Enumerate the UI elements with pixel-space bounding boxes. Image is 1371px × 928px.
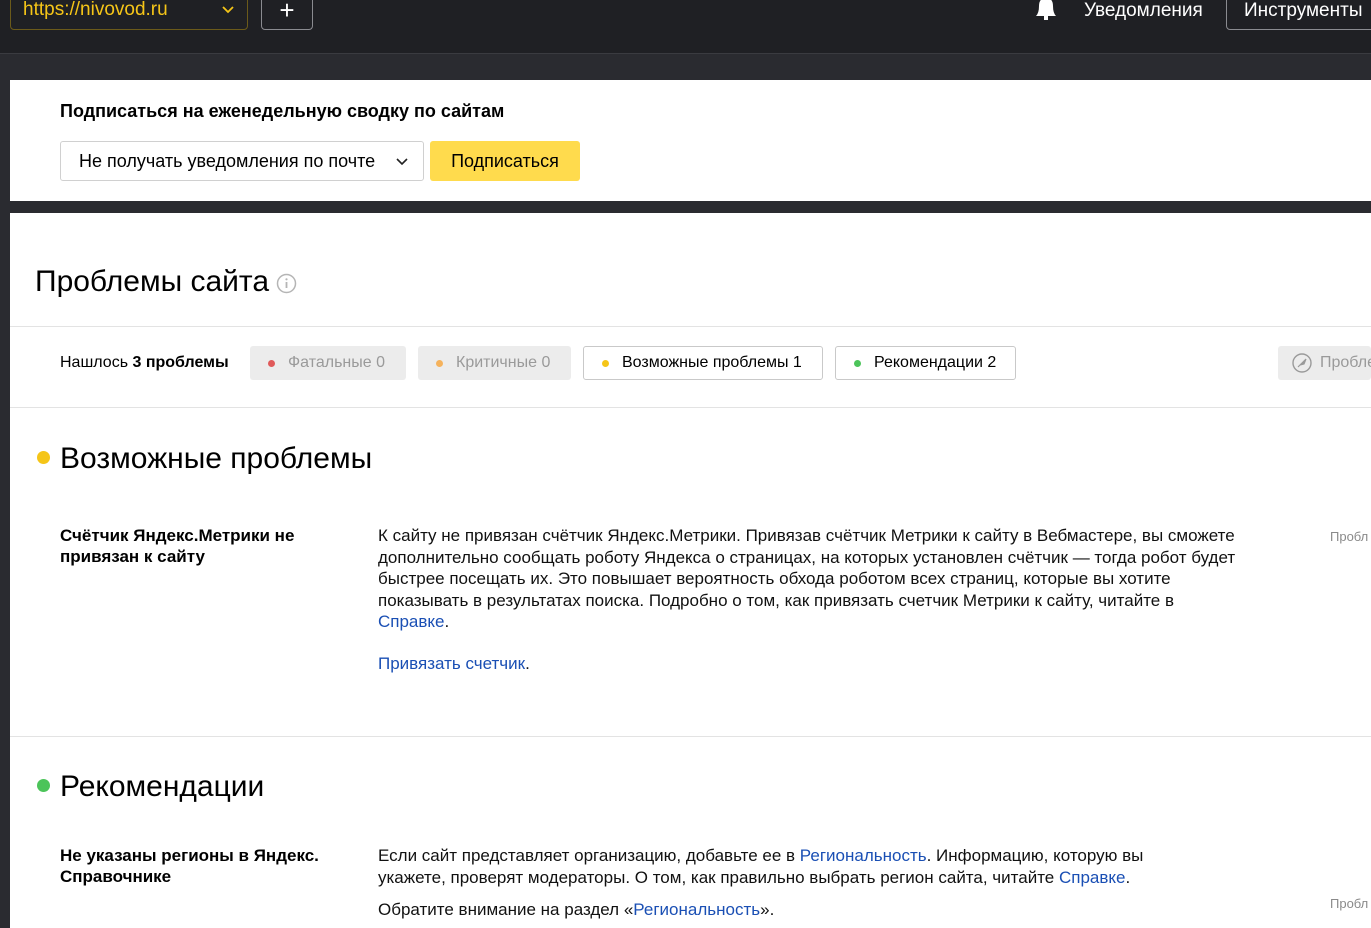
site-problems-panel: Проблемы сайта Нашлось 3 проблемы Фаталь… [10, 213, 1371, 928]
divider [10, 736, 1371, 737]
issue-text: . [1125, 867, 1131, 887]
chevron-down-icon [222, 6, 234, 14]
filter-label: Возможные проблемы [622, 354, 789, 371]
bell-icon[interactable] [1030, 0, 1062, 24]
issue-text: Обратите внимание на раздел « [378, 900, 634, 919]
divider [10, 407, 1371, 408]
subscribe-panel: Подписаться на еженедельную сводку по са… [10, 80, 1371, 201]
filter-label: Критичные [456, 354, 537, 371]
found-prefix: Нашлось [60, 354, 129, 371]
fatal-dot-icon [268, 360, 275, 367]
help-link[interactable]: Справке [1059, 868, 1126, 887]
issue-text: Если сайт представляет организацию, доба… [378, 846, 800, 865]
recheck-button[interactable]: Пробле [1278, 346, 1371, 380]
filter-count: 0 [541, 354, 551, 371]
issue-side-label: Пробл [1330, 529, 1369, 544]
rocket-icon [1292, 353, 1312, 373]
subscribe-title: Подписаться на еженедельную сводку по са… [60, 101, 505, 121]
tools-button[interactable]: Инструменты [1226, 0, 1371, 30]
found-count: 3 проблемы [132, 354, 229, 371]
filter-possible[interactable]: Возможные проблемы 1 [583, 346, 823, 380]
add-site-button[interactable]: + [261, 0, 313, 30]
email-frequency-select[interactable]: Не получать уведомления по почте [60, 141, 424, 181]
page-title: Проблемы сайта [35, 265, 270, 298]
subscribe-button[interactable]: Подписаться [430, 141, 580, 181]
chevron-down-icon [396, 158, 408, 166]
filter-critical[interactable]: Критичные 0 [418, 346, 571, 380]
issue-title: Не указаны регионы в Яндекс. Справочнике [60, 846, 319, 886]
section-title-recommendations: Рекомендации [60, 770, 265, 803]
site-selector[interactable]: https://nivovod.ru [10, 0, 248, 30]
recheck-label: Пробле [1320, 354, 1371, 371]
regionality-link[interactable]: Региональность [800, 846, 927, 865]
issue-text: ». [760, 900, 775, 919]
issue-text: . [444, 612, 450, 631]
issue-description: К сайту не привязан счётчик Яндекс.Метри… [378, 525, 1238, 633]
filter-recommendations[interactable]: Рекомендации 2 [835, 346, 1016, 380]
filter-count: 0 [376, 354, 386, 371]
issue-text: . [525, 654, 530, 673]
issue-title: Счётчик Яндекс.Метрики не привязан к сай… [60, 526, 295, 566]
section-title-possible: Возможные проблемы [60, 442, 373, 475]
divider [10, 326, 1371, 327]
regionality-link[interactable]: Региональность [633, 900, 760, 919]
filter-count: 2 [987, 354, 997, 371]
possible-problems-dot-icon [37, 451, 50, 464]
info-icon[interactable] [276, 273, 297, 294]
filter-count: 1 [792, 354, 802, 371]
issue-note: Обратите внимание на раздел «Регионально… [378, 899, 1238, 921]
top-bar: https://nivovod.ru + Уведомления Инструм… [0, 0, 1371, 54]
filter-fatal[interactable]: Фатальные 0 [250, 346, 406, 380]
help-link[interactable]: Справке [378, 612, 445, 631]
link-counter-link[interactable]: Привязать счетчик [378, 654, 525, 673]
issue-side-label: Пробл [1330, 896, 1369, 911]
recommendations-dot-icon [37, 779, 50, 792]
filter-label: Рекомендации [874, 354, 983, 371]
filter-label: Фатальные [288, 354, 372, 371]
possible-dot-icon [602, 360, 609, 367]
problems-count: Нашлось 3 проблемы [60, 354, 229, 372]
email-frequency-value: Не получать уведомления по почте [79, 151, 376, 171]
issue-action: Привязать счетчик. [378, 653, 1238, 675]
site-url: https://nivovod.ru [23, 0, 168, 20]
notifications-link[interactable]: Уведомления [1084, 0, 1203, 22]
issue-text: К сайту не привязан счётчик Яндекс.Метри… [378, 526, 1236, 610]
recommendation-dot-icon [854, 360, 861, 367]
critical-dot-icon [436, 360, 443, 367]
issue-description: Если сайт представляет организацию, доба… [378, 845, 1178, 888]
